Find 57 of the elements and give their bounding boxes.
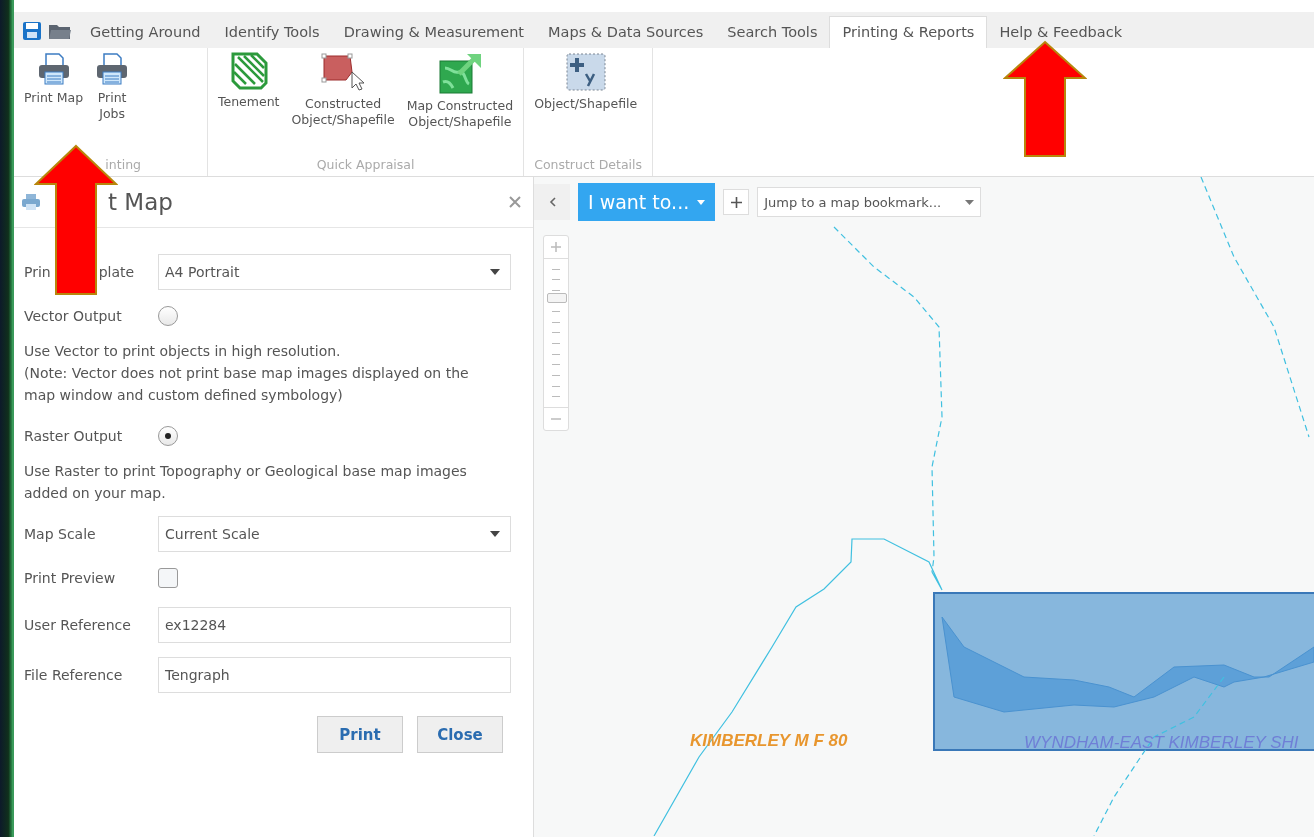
zoom-slider-thumb[interactable] bbox=[547, 293, 567, 304]
map-arrow-icon bbox=[436, 52, 483, 94]
ribbon-button[interactable]: Map Constructed Object/Shapefile bbox=[406, 52, 514, 157]
add-bookmark-button[interactable] bbox=[723, 189, 750, 215]
map-label: WYNDHAM-EAST KIMBERLEY SHI bbox=[1024, 733, 1299, 753]
ribbon-tab[interactable]: Help & Feedback bbox=[987, 17, 1135, 48]
dropdown-field[interactable]: Current Scale bbox=[158, 516, 511, 552]
printer-icon bbox=[36, 52, 71, 86]
field-label: plate bbox=[98, 264, 135, 280]
caret-icon bbox=[965, 199, 975, 205]
ribbon-tab[interactable]: Getting Around bbox=[78, 17, 213, 48]
field-label: Map Scale bbox=[24, 526, 97, 542]
polygon-cursor-icon bbox=[320, 52, 367, 92]
zoom-slider[interactable] bbox=[543, 235, 569, 431]
caret-icon bbox=[697, 199, 706, 205]
printer-icon bbox=[95, 52, 130, 86]
ribbon-group-label: inting bbox=[104, 157, 142, 174]
field-label: Raster Output bbox=[24, 428, 124, 444]
ribbon-tab[interactable]: Search Tools bbox=[715, 17, 830, 48]
input-field[interactable]: ex12284 bbox=[158, 607, 511, 643]
plus-xy-icon bbox=[564, 52, 607, 92]
field-label: Prin bbox=[24, 264, 51, 280]
chevron-left-icon bbox=[548, 197, 556, 207]
save-icon[interactable] bbox=[22, 21, 42, 41]
ribbon-group-label: Quick Appraisal bbox=[315, 157, 416, 174]
print-button[interactable]: Print bbox=[317, 716, 403, 753]
bookmark-dropdown[interactable]: Jump to a map bookmark... bbox=[757, 187, 982, 217]
plus-icon bbox=[730, 196, 742, 208]
close-button[interactable]: Close bbox=[417, 716, 503, 753]
ribbon-button[interactable]: Tenement bbox=[218, 52, 280, 157]
field-label: Vector Output bbox=[24, 308, 123, 324]
radio-button[interactable] bbox=[158, 426, 178, 446]
field-label: Print Preview bbox=[24, 570, 117, 586]
caret-icon bbox=[490, 269, 500, 275]
panel-title: t Map bbox=[108, 189, 173, 215]
help-text: Use Raster to print Topography or Geological base map images added on your map. bbox=[24, 462, 468, 503]
checkbox[interactable] bbox=[158, 568, 178, 588]
caret-icon bbox=[490, 531, 500, 537]
ribbon-button[interactable]: Object/Shapefile bbox=[534, 52, 638, 157]
ribbon-group-label: Construct Details bbox=[534, 157, 642, 174]
input-field[interactable]: Tengraph bbox=[158, 657, 511, 693]
ribbon-tab[interactable]: Maps & Data Sources bbox=[536, 17, 716, 48]
zoom-in-icon[interactable] bbox=[551, 242, 561, 252]
field-label: User Reference bbox=[24, 617, 132, 633]
field-label: File Reference bbox=[24, 667, 124, 683]
help-text: Use Vector to print objects in high resolution. (Note: Vector does not print base map images displayed on the map window and custom defined symbology) bbox=[24, 342, 470, 405]
close-icon[interactable] bbox=[509, 196, 521, 208]
ribbon-button[interactable]: Print Jobs bbox=[95, 52, 130, 157]
ribbon-button[interactable]: Constructed Object/Shapefile bbox=[291, 52, 395, 157]
ribbon-tab[interactable]: Identify Tools bbox=[212, 17, 332, 48]
hatched-shape-icon bbox=[229, 52, 268, 90]
radio-button[interactable] bbox=[158, 306, 178, 326]
ribbon-tab[interactable]: Drawing & Measurement bbox=[331, 17, 537, 48]
ribbon-button[interactable]: Print Map bbox=[24, 52, 84, 157]
dropdown-field[interactable]: A4 Portrait bbox=[158, 254, 511, 290]
printer-icon bbox=[22, 194, 40, 210]
ribbon-tab[interactable]: Printing & Reports bbox=[829, 16, 988, 48]
